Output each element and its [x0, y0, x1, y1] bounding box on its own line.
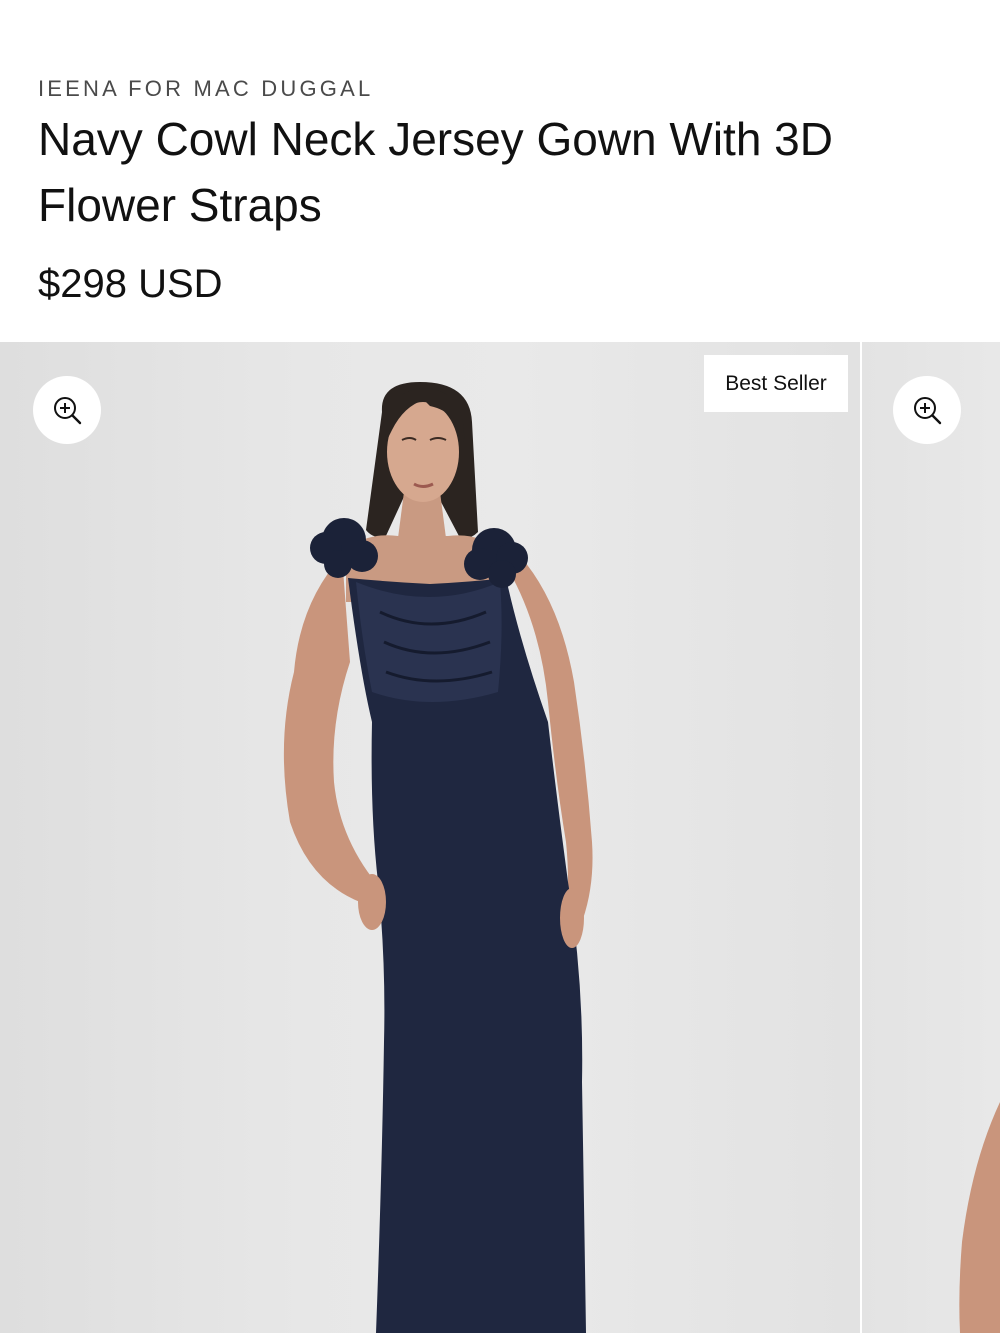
zoom-in-icon	[914, 397, 942, 425]
brand-name[interactable]: IEENA FOR MAC DUGGAL	[38, 76, 373, 102]
main-product-image[interactable]: Best Seller	[0, 342, 860, 1333]
zoom-button-next[interactable]	[893, 376, 961, 444]
next-product-image[interactable]	[862, 342, 1000, 1333]
product-header: IEENA FOR MAC DUGGAL Navy Cowl Neck Jers…	[0, 0, 1000, 342]
product-title: Navy Cowl Neck Jersey Gown With 3D Flowe…	[38, 113, 833, 231]
zoom-in-icon	[54, 397, 82, 425]
best-seller-badge: Best Seller	[704, 355, 848, 412]
product-price: $298 USD	[38, 262, 223, 306]
product-image-gallery[interactable]: Best Seller	[0, 342, 1000, 1333]
next-model-photo	[959, 1102, 1000, 1333]
model-photo	[283, 382, 593, 1333]
zoom-button[interactable]	[33, 376, 101, 444]
